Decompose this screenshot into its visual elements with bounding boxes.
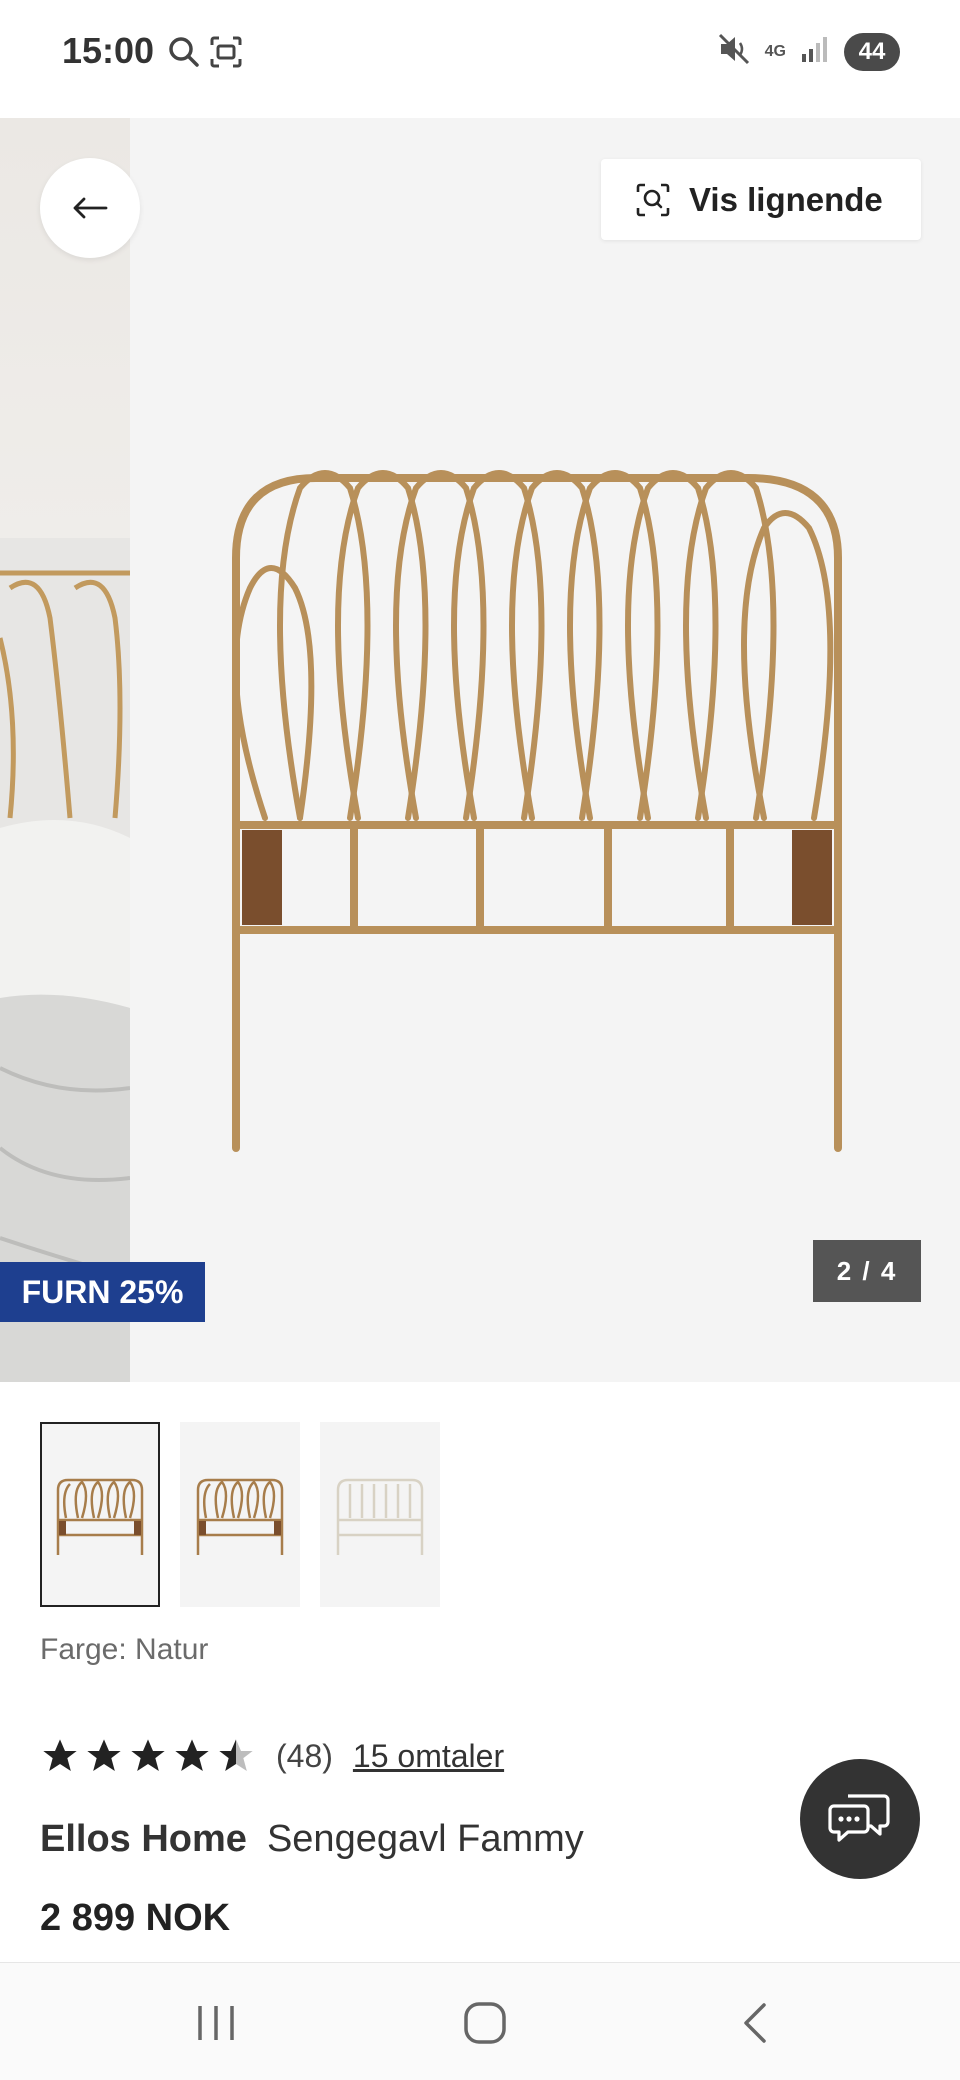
visual-search-icon [636, 183, 670, 216]
mute-icon [717, 32, 751, 71]
headboard-thumbnail-image [336, 1478, 424, 1555]
color-label: Farge: Natur [40, 1633, 209, 1666]
home-button[interactable] [450, 1993, 520, 2053]
status-time: 15:00 [62, 30, 155, 71]
headboard-thumbnail-image [196, 1478, 284, 1555]
chevron-left-icon [744, 2003, 766, 2043]
screenshot-icon [208, 34, 244, 70]
thumbnail-natur[interactable] [40, 1422, 160, 1607]
chat-bubbles-icon [828, 1794, 890, 1842]
headboard-illustration [232, 470, 842, 1152]
main-product-photo [130, 118, 960, 1382]
color-thumbnails [40, 1422, 440, 1607]
headboard-thumbnail-image [56, 1478, 144, 1555]
star-half-icon [219, 1739, 253, 1771]
promo-badge: FURN 25% [0, 1262, 205, 1322]
home-icon [464, 2002, 506, 2044]
recent-apps-button[interactable] [181, 1993, 251, 2053]
back-button[interactable] [40, 158, 140, 258]
image-page-indicator: 2 / 4 [813, 1240, 921, 1302]
rating-count: (48) [276, 1737, 333, 1774]
star-full-icon [131, 1739, 165, 1771]
product-name: Sengegavl Fammy [266, 1818, 584, 1860]
search-icon [166, 34, 202, 70]
status-bar: 15:00 4G 44 [0, 0, 960, 118]
show-similar-label: Vis lignende [689, 180, 883, 218]
arrow-left-icon [73, 197, 108, 219]
product-brand[interactable]: Ellos Home [40, 1818, 247, 1860]
signal-icon [800, 34, 830, 69]
star-full-icon [87, 1739, 121, 1771]
back-nav-button[interactable] [720, 1993, 790, 2053]
show-similar-button[interactable]: Vis lignende [601, 159, 921, 240]
product-price: 2 899 NOK [40, 1897, 231, 1939]
rating-row: (48) 15 omtaler [40, 1736, 504, 1776]
star-full-icon [175, 1739, 209, 1771]
product-title: Ellos Home Sengegavl Fammy [40, 1818, 584, 1861]
battery-indicator: 44 [844, 32, 900, 71]
status-icons: 4G 44 [717, 32, 900, 71]
star-rating [40, 1736, 256, 1776]
thumbnail-white[interactable] [320, 1422, 440, 1607]
previous-product-photo [0, 118, 130, 1382]
product-image-gallery[interactable]: Vis lignende FURN 25% 2 / 4 [0, 118, 960, 1382]
star-full-icon [43, 1739, 77, 1771]
reviews-link[interactable]: 15 omtaler [353, 1738, 504, 1775]
chat-button[interactable] [800, 1759, 920, 1879]
network-type: 4G [764, 43, 786, 60]
recent-apps-icon [198, 2006, 234, 2040]
system-navigation-bar [0, 1962, 960, 2080]
thumbnail-natur-alt[interactable] [180, 1422, 300, 1607]
